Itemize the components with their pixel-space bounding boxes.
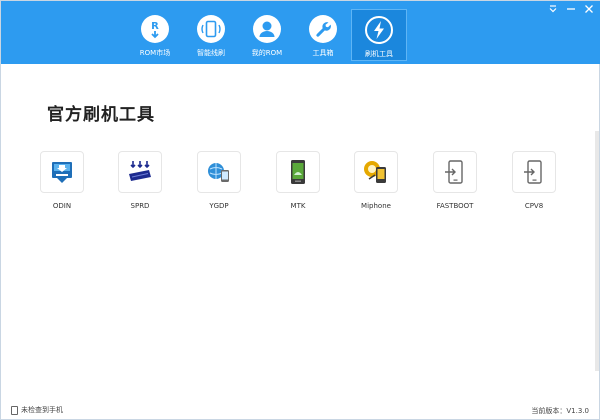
tool-tile[interactable] bbox=[354, 151, 398, 193]
menu-button[interactable] bbox=[547, 3, 559, 15]
ygdp-icon bbox=[208, 163, 229, 182]
tool-tile[interactable] bbox=[433, 151, 477, 193]
tool-tile[interactable] bbox=[276, 151, 320, 193]
nav-label: 刷机工具 bbox=[365, 50, 393, 58]
tool-tile[interactable] bbox=[118, 151, 162, 193]
tool-tile[interactable] bbox=[40, 151, 84, 193]
svg-text:R: R bbox=[151, 21, 159, 32]
miphone-icon bbox=[364, 161, 386, 183]
tool-label: FASTBOOT bbox=[436, 202, 474, 210]
mtk-icon bbox=[291, 160, 305, 184]
menu-dropdown-icon bbox=[549, 5, 557, 13]
close-button[interactable] bbox=[583, 3, 595, 15]
app-window: R ROM市场 智能线刷 我的ROM 工具箱 刷机工具 官方刷机工具 ODIN … bbox=[0, 0, 600, 420]
scroll-edge bbox=[595, 131, 599, 371]
cpv8-icon bbox=[524, 160, 542, 184]
tool-grid: ODIN SPRD YGDP MTK Miphone FASTBOOT CPV8 bbox=[40, 151, 560, 221]
nav-smart-flash[interactable]: 智能线刷 bbox=[183, 9, 239, 61]
tool-label: ODIN bbox=[52, 202, 72, 210]
page-title: 官方刷机工具 bbox=[47, 105, 155, 125]
top-navigation-bar: R ROM市场 智能线刷 我的ROM 工具箱 刷机工具 bbox=[1, 1, 600, 64]
tool-label: SPRD bbox=[130, 202, 150, 210]
main-nav: R ROM市场 智能线刷 我的ROM 工具箱 刷机工具 bbox=[127, 9, 407, 64]
device-status-text: 未检查到手机 bbox=[21, 406, 63, 414]
rom-market-icon: R bbox=[141, 15, 169, 43]
sprd-icon bbox=[129, 161, 151, 181]
tool-tile[interactable] bbox=[197, 151, 241, 193]
window-controls bbox=[547, 3, 595, 15]
tool-odin[interactable]: ODIN bbox=[40, 151, 84, 210]
tool-fastboot[interactable]: FASTBOOT bbox=[433, 151, 477, 210]
tool-label: YGDP bbox=[209, 202, 229, 210]
device-status: 未检查到手机 bbox=[11, 405, 63, 415]
tool-sprd[interactable]: SPRD bbox=[118, 151, 162, 210]
tool-ygdp[interactable]: YGDP bbox=[197, 151, 241, 210]
nav-label: 智能线刷 bbox=[197, 49, 225, 57]
user-icon bbox=[253, 15, 281, 43]
minimize-button[interactable] bbox=[565, 3, 577, 15]
odin-icon bbox=[52, 162, 72, 183]
tool-cpv8[interactable]: CPV8 bbox=[512, 151, 556, 210]
fastboot-icon bbox=[445, 160, 463, 184]
version-text: 当前版本：V1.3.0 bbox=[531, 407, 589, 415]
nav-flash-tools[interactable]: 刷机工具 bbox=[351, 9, 407, 61]
lightning-icon bbox=[365, 16, 393, 44]
tool-tile[interactable] bbox=[512, 151, 556, 193]
wrench-icon bbox=[309, 15, 337, 43]
tool-mtk[interactable]: MTK bbox=[276, 151, 320, 210]
phone-icon bbox=[11, 405, 18, 415]
nav-rom-market[interactable]: R ROM市场 bbox=[127, 9, 183, 61]
nav-my-rom[interactable]: 我的ROM bbox=[239, 9, 295, 61]
tool-label: CPV8 bbox=[524, 202, 544, 210]
nav-label: 工具箱 bbox=[312, 49, 334, 57]
tool-label: Miphone bbox=[361, 202, 391, 210]
smart-flash-icon bbox=[197, 15, 225, 43]
nav-label: 我的ROM bbox=[251, 49, 283, 57]
minimize-icon bbox=[567, 8, 575, 10]
nav-label: ROM市场 bbox=[139, 49, 171, 57]
status-bar: 未检查到手机 当前版本：V1.3.0 bbox=[1, 403, 600, 419]
tool-label: MTK bbox=[290, 202, 306, 210]
nav-toolbox[interactable]: 工具箱 bbox=[295, 9, 351, 61]
tool-miphone[interactable]: Miphone bbox=[354, 151, 398, 210]
close-icon bbox=[585, 5, 593, 13]
